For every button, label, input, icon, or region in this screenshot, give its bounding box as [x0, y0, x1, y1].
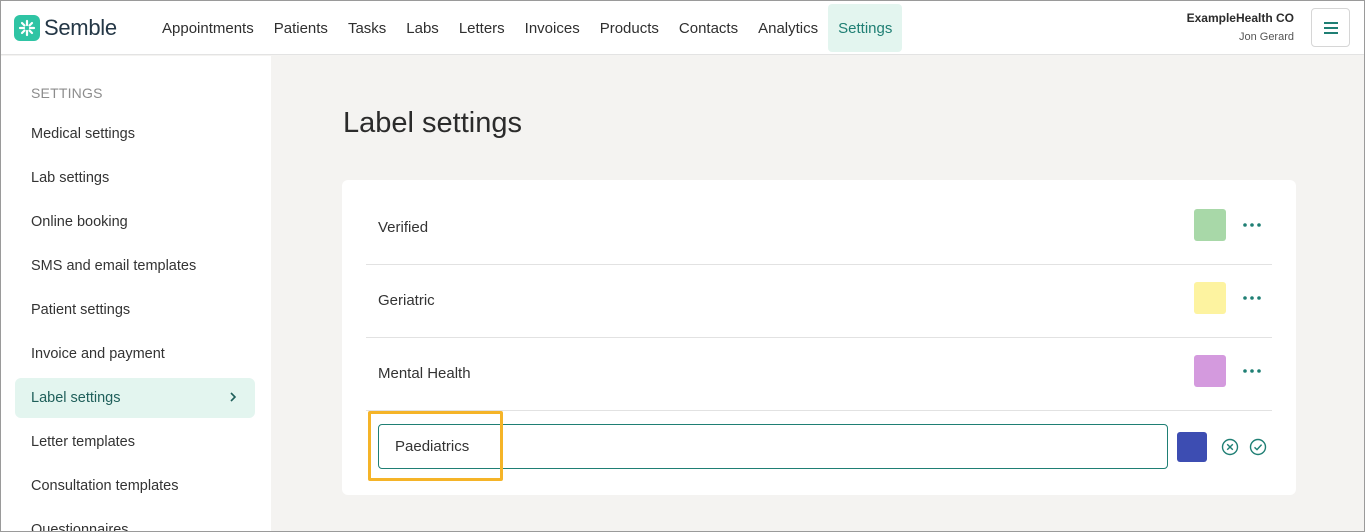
new-label-color-picker[interactable]	[1177, 432, 1207, 462]
sidebar-item-consultation-templates[interactable]: Consultation templates	[15, 466, 255, 506]
sidebar-item-invoice-payment[interactable]: Invoice and payment	[15, 334, 255, 374]
sidebar-item-label: SMS and email templates	[31, 258, 197, 274]
check-circle-icon[interactable]	[1249, 438, 1267, 456]
sidebar-item-letter-templates[interactable]: Letter templates	[15, 422, 255, 462]
label-row: Geriatric	[366, 265, 1272, 338]
sidebar-item-label: Patient settings	[31, 302, 131, 318]
label-color-swatch[interactable]	[1194, 282, 1226, 314]
settings-sidebar: SETTINGS Medical settings Lab settings O…	[1, 56, 271, 532]
label-name-input[interactable]	[378, 424, 1168, 469]
sidebar-item-label: Questionnaires	[31, 522, 129, 532]
nav-invoices[interactable]: Invoices	[515, 4, 590, 52]
semble-logo[interactable]: Semble	[14, 14, 117, 42]
sidebar-item-label-settings[interactable]: Label settings	[15, 378, 255, 418]
cancel-circle-icon[interactable]	[1221, 438, 1239, 456]
label-options-button[interactable]	[1238, 212, 1266, 238]
sidebar-item-online-booking[interactable]: Online booking	[15, 202, 255, 242]
label-name: Mental Health	[378, 365, 471, 382]
nav-tasks[interactable]: Tasks	[338, 4, 396, 52]
sidebar-item-label: Label settings	[31, 390, 121, 406]
sidebar-item-label: Letter templates	[31, 434, 135, 450]
sidebar-item-questionnaires[interactable]: Questionnaires	[15, 510, 255, 532]
user-name: Jon Gerard	[1238, 31, 1294, 43]
nav-products[interactable]: Products	[590, 4, 669, 52]
new-label-row	[366, 411, 1272, 495]
sidebar-item-label: Consultation templates	[31, 478, 179, 494]
sidebar-item-label: Lab settings	[31, 170, 110, 186]
app-window: Semble Appointments Patients Tasks Labs …	[0, 0, 1365, 532]
more-horizontal-icon	[1243, 296, 1261, 300]
account-info[interactable]: ExampleHealth CO Jon Gerard	[1187, 11, 1294, 43]
more-horizontal-icon	[1243, 223, 1261, 227]
nav-letters[interactable]: Letters	[449, 4, 515, 52]
sidebar-item-lab-settings[interactable]: Lab settings	[15, 158, 255, 198]
sidebar-item-patient-settings[interactable]: Patient settings	[15, 290, 255, 330]
label-name: Verified	[378, 219, 429, 236]
brand-name: Semble	[44, 15, 117, 40]
semble-logo-icon	[14, 15, 40, 41]
sidebar-item-label: Invoice and payment	[31, 346, 165, 362]
nav-analytics[interactable]: Analytics	[748, 4, 828, 52]
organisation-name: ExampleHealth CO	[1186, 11, 1294, 25]
main-menu-button[interactable]	[1311, 8, 1350, 47]
nav-settings[interactable]: Settings	[828, 4, 903, 52]
label-options-button[interactable]	[1238, 285, 1266, 311]
hamburger-icon	[1323, 21, 1338, 34]
chevron-right-icon	[230, 392, 237, 402]
label-options-button[interactable]	[1238, 358, 1266, 384]
nav-contacts[interactable]: Contacts	[669, 4, 748, 52]
nav-appointments[interactable]: Appointments	[152, 4, 264, 52]
sidebar-item-sms-email-templates[interactable]: SMS and email templates	[15, 246, 255, 286]
label-row: Mental Health	[366, 338, 1272, 411]
main-nav: Appointments Patients Tasks Labs Letters…	[152, 4, 903, 52]
label-color-swatch[interactable]	[1194, 355, 1226, 387]
nav-patients[interactable]: Patients	[264, 4, 338, 52]
more-horizontal-icon	[1243, 369, 1261, 373]
sidebar-item-medical-settings[interactable]: Medical settings	[15, 114, 255, 154]
sidebar-item-label: Online booking	[31, 214, 128, 230]
top-navigation-bar: Semble Appointments Patients Tasks Labs …	[1, 1, 1364, 55]
nav-labs[interactable]: Labs	[396, 4, 449, 52]
sidebar-item-label: Medical settings	[31, 126, 135, 142]
label-row: Verified	[366, 192, 1272, 265]
page-title: Label settings	[343, 107, 522, 139]
label-color-swatch[interactable]	[1194, 209, 1226, 241]
label-name: Geriatric	[378, 292, 435, 309]
sidebar-heading: SETTINGS	[31, 85, 103, 101]
labels-card: Verified Geriatric Mental Health	[342, 180, 1296, 495]
